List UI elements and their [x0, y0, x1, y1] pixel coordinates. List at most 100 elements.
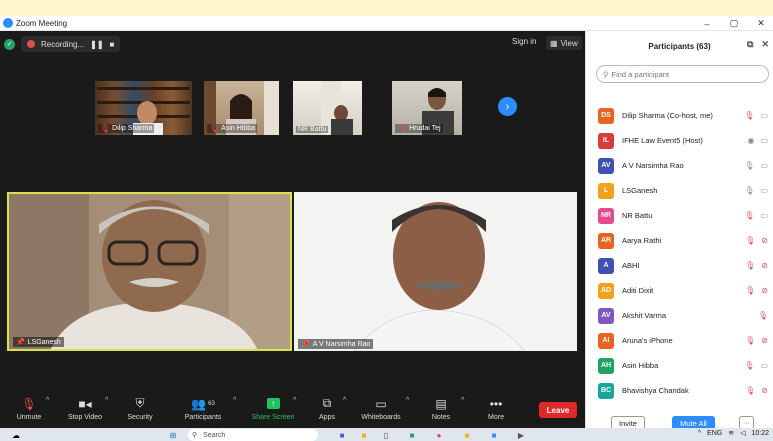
signin-link[interactable]: Sign in: [512, 37, 536, 46]
participant-row[interactable]: AR Aarya Rathi 🎙 ⊘: [586, 228, 773, 253]
avatar: AD: [598, 282, 614, 299]
chrome-icon[interactable]: ●: [432, 429, 446, 441]
notes-icon: ▤: [435, 396, 447, 411]
participant-row[interactable]: L LSGanesh 🎙 ▭: [586, 178, 773, 203]
tile-name-label: 📌 A V Narsimha Rao: [298, 339, 374, 349]
whiteboards-label: Whiteboards: [361, 414, 401, 421]
participant-thumbnail[interactable]: 🎙 Dilip Sharma: [95, 81, 192, 135]
avatar: DS: [598, 107, 614, 124]
media-icon[interactable]: ▶: [514, 429, 528, 441]
encryption-shield-icon[interactable]: ✓: [4, 38, 15, 50]
participant-row[interactable]: AI Aruna's iPhone 🎙 ⊘: [586, 328, 773, 353]
participant-name: NR Battu: [622, 211, 653, 220]
video-on-icon: ▭: [760, 186, 768, 195]
minimize-button[interactable]: –: [694, 16, 720, 31]
pin-icon: 📌: [16, 339, 25, 346]
thumbnail-name: NR Battu: [298, 126, 327, 133]
popout-icon[interactable]: ⧉: [747, 39, 753, 50]
security-button[interactable]: ⛨ Security: [112, 396, 168, 421]
participant-name: Aruna's iPhone: [622, 336, 673, 345]
participant-name: A V Narsimha Rao: [622, 161, 684, 170]
maximize-button[interactable]: ▢: [721, 16, 747, 31]
tile-name: A V Narsimha Rao: [312, 340, 371, 348]
search-icon: ⚲: [603, 69, 609, 79]
participant-row[interactable]: AD Aditi Dixit 🎙 ⊘: [586, 278, 773, 303]
participant-name: IFHE Law Event5 (Host): [622, 136, 703, 145]
avatar: AH: [598, 357, 614, 374]
view-button[interactable]: ▦ View: [546, 36, 582, 50]
zoom-taskbar-icon[interactable]: ■: [487, 429, 501, 441]
participant-row[interactable]: AV A V Narsimha Rao 🎙 ▭: [586, 153, 773, 178]
widgets-icon[interactable]: ☁: [8, 429, 24, 441]
participant-status-icons: 🎙 ▭: [744, 361, 768, 370]
notes-label: Notes: [431, 414, 451, 421]
participants-button[interactable]: 👥 63 Participants: [175, 396, 231, 422]
participant-name: Aarya Rathi: [622, 236, 662, 245]
whiteboards-caret-icon[interactable]: ^: [406, 397, 409, 404]
close-button[interactable]: ✕: [748, 16, 773, 31]
participant-thumbnail[interactable]: NR Battu: [293, 81, 362, 135]
apps-button[interactable]: ⧉ Apps: [299, 396, 355, 421]
language-indicator[interactable]: ENG: [707, 430, 722, 437]
share-options-caret-icon[interactable]: ^: [293, 397, 296, 404]
thumbnail-name: Dilip Sharma: [112, 125, 153, 132]
tile-name-label: 📌 LSGanesh: [13, 337, 64, 347]
participant-thumbnail[interactable]: 🎙 Hrudai Tej: [392, 81, 462, 135]
teams-icon[interactable]: ■: [335, 429, 349, 441]
video-on-icon: ▭: [760, 136, 768, 145]
audio-options-caret-icon[interactable]: ^: [46, 397, 49, 404]
video-tile[interactable]: 📌 A V Narsimha Rao: [294, 192, 577, 351]
unmute-label: Unmute: [16, 414, 42, 421]
notes-caret-icon[interactable]: ^: [461, 397, 464, 404]
wifi-icon[interactable]: ≋: [728, 429, 734, 437]
participant-status-icons: 🎙 ⊘: [745, 336, 768, 345]
close-panel-icon[interactable]: ✕: [761, 39, 769, 50]
participant-search[interactable]: ⚲: [596, 65, 769, 83]
participant-row[interactable]: IL IFHE Law Event5 (Host) ◉ ▭: [586, 128, 773, 153]
volume-icon[interactable]: ◁: [740, 429, 745, 437]
video-on-icon: ▭: [760, 161, 768, 170]
whiteboards-button[interactable]: ▭ Whiteboards: [353, 396, 409, 422]
document-icon[interactable]: ▯: [379, 429, 393, 441]
taskbar-search[interactable]: ⚲ Search: [188, 429, 318, 441]
pause-recording-icon[interactable]: ❚❚: [90, 40, 103, 49]
participant-thumbnail[interactable]: 🎙 Asin Hibba: [204, 81, 279, 135]
participant-row[interactable]: A ABHI 🎙 ⊘: [586, 253, 773, 278]
system-tray: ^ ENG ≋ ◁ 10:22: [698, 429, 769, 438]
taskbar-search-label: Search: [203, 431, 226, 439]
participant-row[interactable]: AV Akshit Varma 🎙: [586, 303, 773, 328]
next-page-button[interactable]: ›: [498, 97, 517, 116]
start-icon[interactable]: ⊞: [166, 429, 180, 441]
participant-row[interactable]: AH Asin Hibba 🎙 ▭: [586, 353, 773, 378]
recording-icon: [27, 40, 35, 48]
leave-button[interactable]: Leave: [539, 402, 577, 418]
video-options-caret-icon[interactable]: ^: [105, 397, 108, 404]
participant-row[interactable]: BC Bhavishya Chandak 🎙 ⊘: [586, 378, 773, 403]
avatar: IL: [598, 132, 614, 149]
view-label: View: [560, 38, 578, 48]
avatar: AV: [598, 307, 614, 324]
participant-search-input[interactable]: [611, 69, 752, 79]
participants-caret-icon[interactable]: ^: [233, 397, 236, 404]
excel-icon[interactable]: ■: [405, 429, 419, 441]
apps-icon: ⧉: [322, 396, 332, 410]
file-explorer-icon[interactable]: ■: [357, 429, 371, 441]
participants-label: Participants: [184, 414, 222, 421]
avatar: A: [598, 257, 614, 274]
video-tile-active-speaker[interactable]: 📌 LSGanesh: [7, 192, 292, 351]
video-off-icon: ⊘: [761, 286, 768, 295]
stop-recording-icon[interactable]: ■: [110, 40, 115, 49]
clock[interactable]: 10:22: [751, 430, 769, 437]
more-button[interactable]: ••• More: [468, 396, 524, 422]
participant-status-icons: 🎙 ⊘: [745, 236, 768, 245]
tray-chevron-icon[interactable]: ^: [698, 430, 701, 437]
security-label: Security: [127, 414, 153, 421]
app-icon[interactable]: ■: [460, 429, 474, 441]
apps-caret-icon[interactable]: ^: [343, 397, 346, 404]
participant-row[interactable]: NR NR Battu 🎙 ▭: [586, 203, 773, 228]
thumbnail-label: 🎙 Asin Hibba: [207, 124, 258, 133]
participant-status-icons: ◉ ▭: [747, 136, 768, 145]
zoom-window: Zoom Meeting – ▢ ✕ ✓ Recording... ❚❚ ■ S…: [0, 16, 773, 430]
participant-row[interactable]: DS Dilip Sharma (Co-host, me) 🎙 ▭: [586, 103, 773, 128]
participant-status-icons: 🎙 ▭: [744, 161, 768, 170]
